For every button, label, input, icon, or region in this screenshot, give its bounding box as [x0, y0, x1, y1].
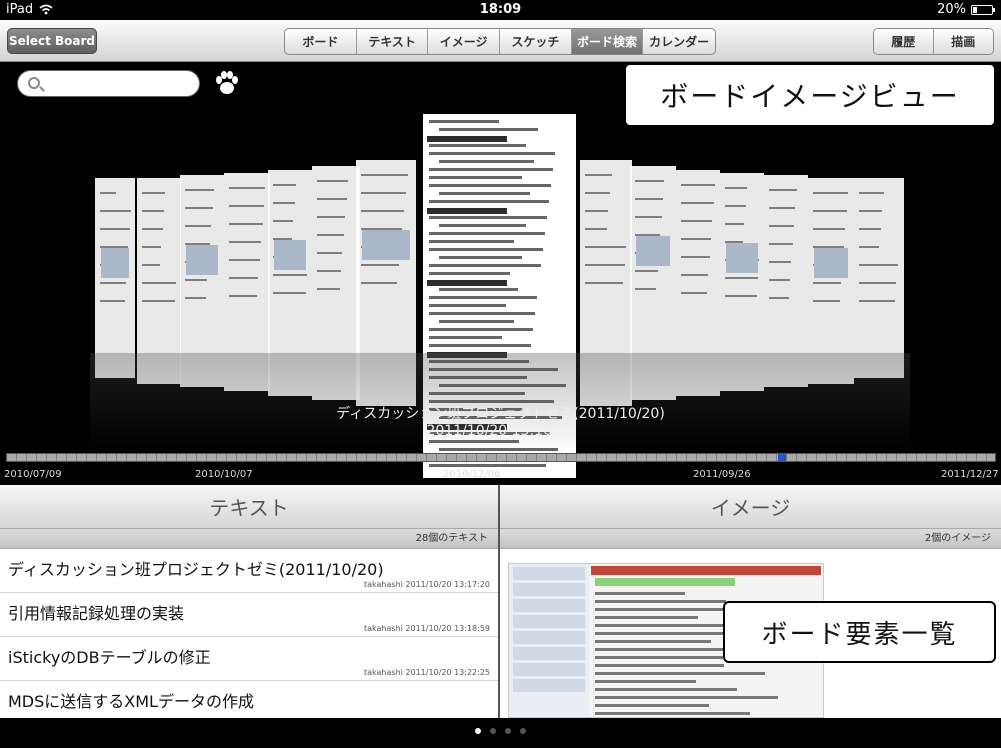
page-dot[interactable] — [520, 728, 526, 734]
tab-board[interactable]: ボード — [285, 29, 357, 54]
history-button[interactable]: 履歴 — [874, 29, 934, 54]
action-segmented-control: 履歴 描画 — [873, 28, 994, 55]
bottom-bar — [0, 718, 1001, 748]
tab-board-search[interactable]: ボード検索 — [571, 29, 644, 54]
search-icon — [28, 77, 40, 89]
text-item-meta: takahashi 2011/10/20 13:17:20 — [364, 580, 490, 589]
text-list-item[interactable]: MDSに送信するXMLデータの作成 — [0, 681, 498, 718]
board-thumbnail[interactable] — [854, 178, 904, 378]
battery-percent: 20% — [937, 2, 966, 17]
tab-image[interactable]: イメージ — [428, 29, 501, 54]
page-dot[interactable] — [505, 728, 511, 734]
page-dot[interactable] — [475, 728, 481, 734]
timeline-label: 2011/09/26 — [693, 469, 751, 480]
board-image-view-callout: ボードイメージビュー — [624, 63, 996, 127]
text-item-meta: takahashi 2011/10/20 13:22:25 — [364, 668, 490, 677]
timeline-label: 2010/10/07 — [195, 469, 253, 480]
timeline-position-marker[interactable] — [777, 453, 786, 462]
text-item-meta: takahashi 2011/10/20 13:18:59 — [364, 624, 490, 633]
search-input[interactable] — [17, 70, 200, 97]
image-count: 2個のイメージ — [500, 529, 1001, 549]
status-right: 20% — [937, 2, 995, 17]
timeline-label: 2011/12/27 — [941, 469, 999, 480]
image-thumb-header — [591, 566, 821, 575]
select-board-button[interactable]: Select Board — [7, 28, 97, 54]
timeline-label: 2010/12/06 — [443, 469, 501, 480]
board-elements-callout: ボード要素一覧 — [723, 601, 996, 663]
tab-sketch[interactable]: スケッチ — [500, 29, 572, 54]
text-pane-header: テキスト — [0, 485, 498, 529]
timeline-slider[interactable] — [6, 453, 996, 462]
page-control[interactable] — [0, 728, 1001, 734]
text-item-title: MDSに送信するXMLデータの作成 — [8, 692, 254, 711]
image-thumb-sidebar — [509, 564, 589, 717]
board-thumbnail[interactable] — [95, 178, 135, 378]
text-item-title: ディスカッション班プロジェクトゼミ(2011/10/20) — [8, 560, 384, 579]
clock: 18:09 — [479, 2, 522, 17]
tab-text[interactable]: テキスト — [356, 29, 429, 54]
selected-board-title: ディスカッション班プロジェクトゼミ(2011/10/20) — [336, 406, 665, 422]
text-list-item[interactable]: 引用情報記録処理の実装 takahashi 2011/10/20 13:18:5… — [0, 593, 498, 637]
draw-button[interactable]: 描画 — [933, 29, 993, 54]
paw-icon[interactable] — [213, 69, 241, 97]
view-mode-segmented-control: ボード テキスト イメージ スケッチ ボード検索 カレンダー — [284, 28, 716, 55]
tab-calendar[interactable]: カレンダー — [643, 29, 715, 54]
battery-icon — [971, 4, 995, 15]
board-image-view[interactable]: ディスカッション班プロジェクトゼミ(2011/10/20) 2011/10/20… — [0, 63, 1001, 485]
timeline-ticks — [7, 454, 995, 461]
selected-board-date: 2011/10/20 13:16:25 — [426, 423, 575, 439]
page-dot[interactable] — [490, 728, 496, 734]
text-count: 28個のテキスト — [0, 529, 498, 549]
toolbar: Select Board ボード テキスト イメージ スケッチ ボード検索 カレ… — [0, 20, 1001, 62]
image-pane-header: イメージ — [500, 485, 1001, 529]
text-list-item[interactable]: ディスカッション班プロジェクトゼミ(2011/10/20) takahashi … — [0, 549, 498, 593]
status-bar: iPad 18:09 20% — [0, 0, 1001, 20]
timeline-label: 2010/07/09 — [4, 469, 62, 480]
text-list-item[interactable]: iStickyのDBテーブルの修正 takahashi 2011/10/20 1… — [0, 637, 498, 681]
image-thumb-highlight — [595, 578, 735, 586]
text-item-title: iStickyのDBテーブルの修正 — [8, 648, 211, 667]
text-item-title: 引用情報記録処理の実装 — [8, 604, 185, 623]
text-pane: テキスト 28個のテキスト ディスカッション班プロジェクトゼミ(2011/10/… — [0, 485, 498, 718]
